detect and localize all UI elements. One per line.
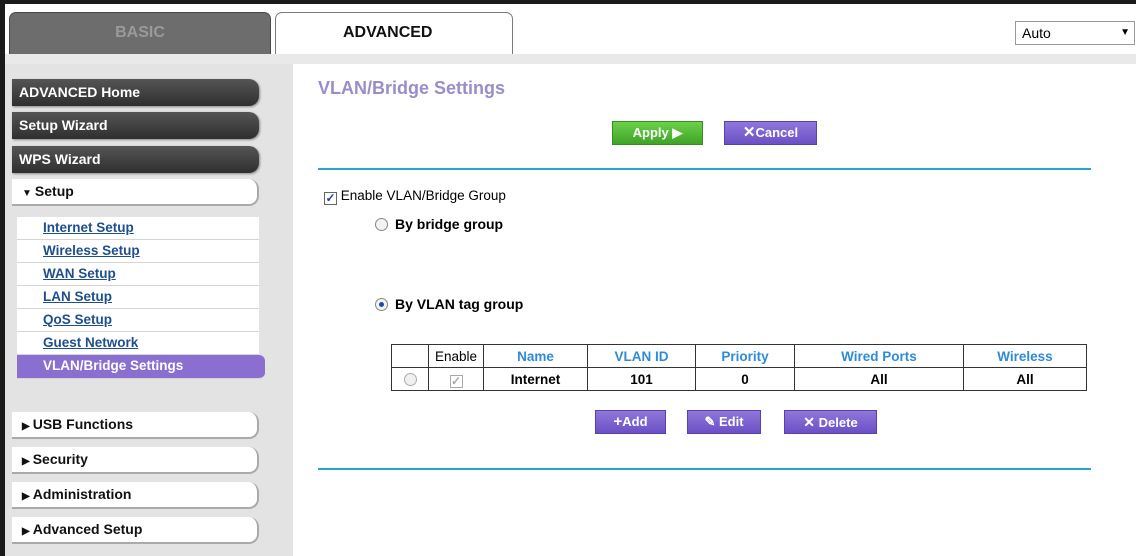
- by-bridge-group-label: By bridge group: [395, 216, 504, 232]
- row-select-radio[interactable]: [403, 372, 417, 386]
- table-header-priority: Priority: [695, 344, 795, 368]
- sidebar-item-label: USB Functions: [32, 416, 134, 432]
- router-admin-window: BASIC ADVANCED Auto ▼ ADVANCED Home Setu…: [0, 0, 1136, 556]
- sidebar-link-lan-setup[interactable]: LAN Setup: [17, 286, 259, 309]
- row-priority: 0: [695, 367, 795, 391]
- table-header-enable: Enable: [428, 344, 484, 368]
- sidebar-item-advanced-setup[interactable]: ▶ Advanced Setup: [12, 517, 259, 544]
- main-content: VLAN/Bridge Settings Apply ▶ ✕Cancel ✓ E…: [293, 64, 1136, 556]
- enable-vlan-bridge-option: ✓ Enable VLAN/Bridge Group: [324, 188, 506, 205]
- sidebar-item-label: Security: [32, 451, 88, 467]
- sidebar-link-wireless-setup[interactable]: Wireless Setup: [17, 240, 259, 263]
- sidebar-item-label: Administration: [32, 486, 132, 502]
- sidebar-link-vlan-bridge-settings[interactable]: VLAN/Bridge Settings: [17, 355, 265, 379]
- sidebar-item-setup[interactable]: ▼ Setup: [12, 179, 259, 206]
- header-strip: [5, 54, 1136, 64]
- apply-button[interactable]: Apply ▶: [612, 121, 703, 145]
- cancel-button-label: Cancel: [755, 125, 799, 140]
- triangle-right-icon: ▶: [22, 456, 30, 467]
- triangle-down-icon: ▼: [22, 188, 32, 199]
- tab-basic[interactable]: BASIC: [9, 12, 271, 54]
- by-vlan-tag-group-radio[interactable]: [375, 298, 388, 311]
- add-button-label: Add: [622, 414, 648, 429]
- table-header-name: Name: [483, 344, 588, 368]
- triangle-right-icon: ▶: [22, 491, 30, 502]
- by-bridge-group-option: By bridge group: [375, 216, 503, 232]
- delete-button[interactable]: ✕ Delete: [784, 410, 877, 434]
- table-row[interactable]: ✓ Internet 101 0 All All: [391, 367, 1087, 391]
- pencil-icon: ✎: [704, 414, 716, 429]
- sidebar-item-wps-wizard[interactable]: WPS Wizard: [12, 146, 259, 173]
- sidebar-item-security[interactable]: ▶ Security: [12, 447, 259, 474]
- edit-button-label: Edit: [718, 414, 744, 429]
- cancel-button[interactable]: ✕Cancel: [724, 121, 817, 145]
- language-select[interactable]: Auto ▼: [1015, 21, 1135, 45]
- table-header-vlan-id: VLAN ID: [587, 344, 696, 368]
- by-bridge-group-radio[interactable]: [375, 218, 388, 231]
- row-wireless: All: [963, 367, 1087, 391]
- plus-icon: +: [613, 413, 623, 430]
- sidebar-item-usb-functions[interactable]: ▶ USB Functions: [12, 412, 259, 439]
- vlan-table: Enable Name VLAN ID Priority Wired Ports…: [391, 344, 1087, 391]
- sidebar-link-qos-setup[interactable]: QoS Setup: [17, 309, 259, 332]
- enable-vlan-bridge-label: Enable VLAN/Bridge Group: [340, 188, 506, 203]
- row-wired-ports: All: [794, 367, 964, 391]
- row-enable-checkbox[interactable]: ✓: [449, 374, 463, 388]
- delete-button-label: Delete: [818, 415, 858, 430]
- edit-button[interactable]: ✎ Edit: [687, 410, 761, 434]
- tab-advanced[interactable]: ADVANCED: [275, 12, 513, 54]
- chevron-down-icon: ▼: [1120, 27, 1130, 38]
- close-icon: ✕: [742, 124, 756, 141]
- triangle-right-icon: ▶: [22, 526, 30, 537]
- sidebar-item-administration[interactable]: ▶ Administration: [12, 482, 259, 509]
- sidebar-item-label: Setup: [34, 183, 74, 199]
- sidebar-item-setup-wizard[interactable]: Setup Wizard: [12, 112, 259, 139]
- divider-top: [318, 168, 1091, 170]
- table-header-row: Enable Name VLAN ID Priority Wired Ports…: [391, 344, 1087, 368]
- divider-bottom: [318, 468, 1091, 470]
- row-select-cell: [391, 367, 429, 391]
- triangle-right-icon: ▶: [22, 421, 30, 432]
- enable-vlan-bridge-checkbox[interactable]: ✓: [324, 192, 337, 205]
- by-vlan-tag-group-option: By VLAN tag group: [375, 296, 523, 312]
- close-icon: ✕: [803, 414, 816, 430]
- sidebar-link-wan-setup[interactable]: WAN Setup: [17, 263, 259, 286]
- page-title: VLAN/Bridge Settings: [318, 78, 506, 98]
- language-select-value: Auto: [1022, 25, 1051, 41]
- row-name: Internet: [483, 367, 588, 391]
- table-header-wired-ports: Wired Ports: [794, 344, 964, 368]
- by-vlan-tag-group-label: By VLAN tag group: [395, 296, 524, 312]
- sidebar-link-internet-setup[interactable]: Internet Setup: [17, 217, 259, 240]
- row-vlan-id: 101: [587, 367, 696, 391]
- row-enable-cell: ✓: [428, 367, 484, 391]
- top-tab-bar: BASIC ADVANCED Auto ▼: [5, 4, 1136, 54]
- table-header-select: [391, 344, 429, 368]
- sidebar-item-label: Advanced Setup: [32, 521, 143, 537]
- sidebar-item-advanced-home[interactable]: ADVANCED Home: [12, 79, 259, 106]
- sidebar: ADVANCED Home Setup Wizard WPS Wizard ▼ S…: [5, 64, 293, 556]
- setup-submenu: Internet Setup Wireless Setup WAN Setup …: [17, 217, 265, 379]
- table-header-wireless: Wireless: [963, 344, 1087, 368]
- sidebar-link-guest-network[interactable]: Guest Network: [17, 332, 259, 355]
- add-button[interactable]: +Add: [595, 410, 666, 434]
